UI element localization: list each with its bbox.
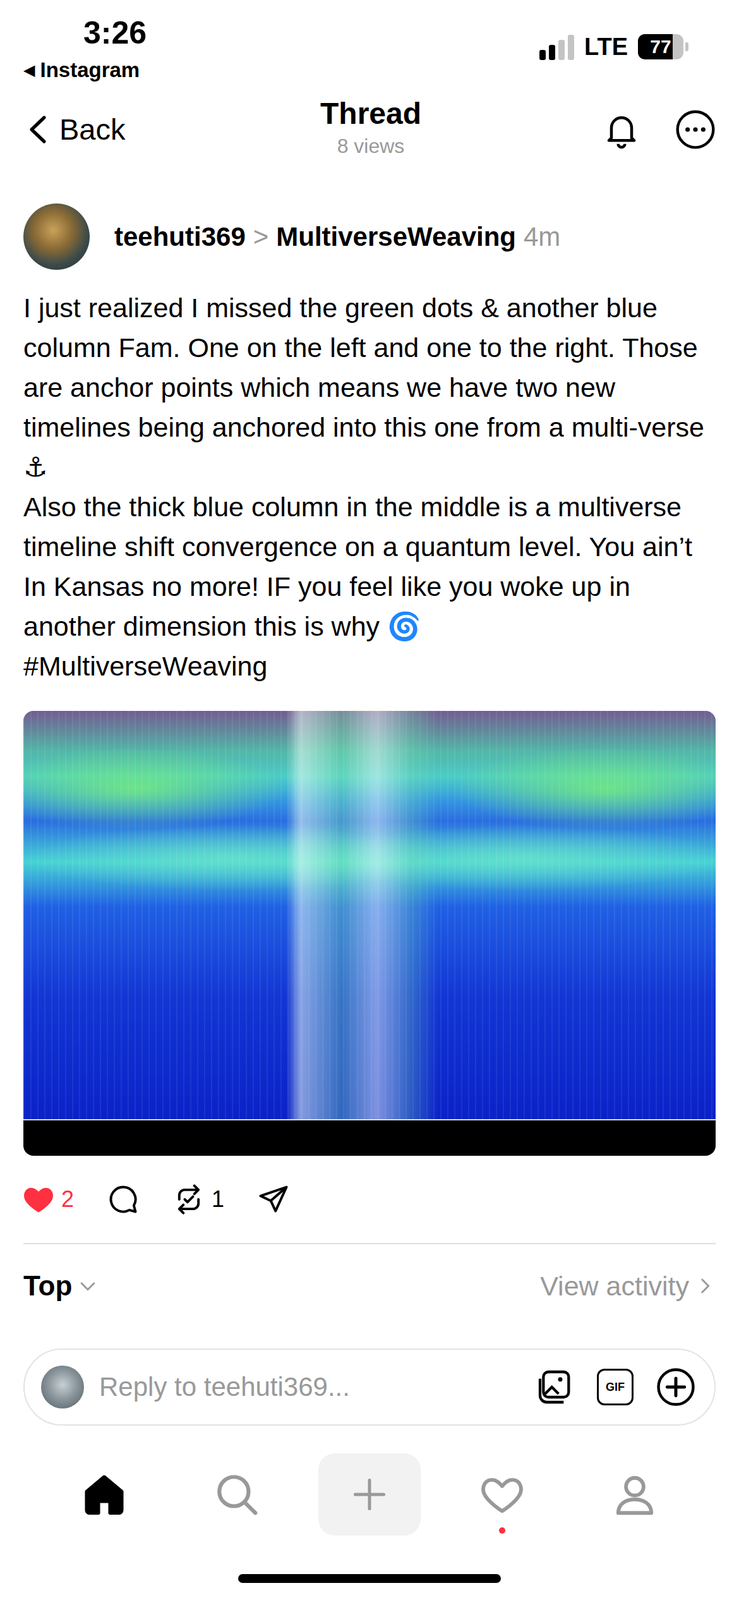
signal-bar bbox=[558, 39, 565, 61]
tab-item[interactable] bbox=[596, 1455, 673, 1532]
gif-label: GIF bbox=[605, 1380, 625, 1393]
status-right: LTE 77 bbox=[539, 13, 689, 61]
battery-icon: 77 bbox=[637, 34, 689, 60]
post-meta: teehuti369 > MultiverseWeaving 4m bbox=[114, 220, 561, 254]
sort-label: Top bbox=[23, 1269, 73, 1302]
battery-label: 77 bbox=[637, 34, 684, 60]
community-name[interactable]: MultiverseWeaving bbox=[276, 220, 517, 254]
comment-button[interactable] bbox=[106, 1182, 140, 1216]
home-icon bbox=[80, 1470, 128, 1518]
reply-input[interactable]: Reply to teehuti369... bbox=[99, 1371, 520, 1402]
signal-bar bbox=[548, 44, 556, 61]
chevron-right-icon bbox=[694, 1274, 716, 1297]
post-time: 4m bbox=[523, 220, 561, 254]
like-count: 2 bbox=[61, 1184, 74, 1213]
like-button[interactable]: 2 bbox=[22, 1182, 74, 1216]
view-count: 8 views bbox=[337, 133, 405, 159]
view-activity-link[interactable]: View activity bbox=[540, 1270, 716, 1302]
profile-icon bbox=[611, 1470, 659, 1518]
back-button[interactable]: Back bbox=[25, 111, 203, 148]
divider bbox=[23, 1242, 716, 1244]
replies-header: Top View activity bbox=[0, 1266, 739, 1305]
bell-icon[interactable] bbox=[601, 109, 642, 150]
nav-title: Thread 8 views bbox=[320, 96, 422, 164]
post-paragraph: I just realized I missed the green dots … bbox=[23, 288, 716, 487]
more-icon[interactable] bbox=[674, 108, 717, 151]
reply-bar[interactable]: Reply to teehuti369... GIF bbox=[23, 1347, 716, 1425]
repost-button[interactable]: 1 bbox=[172, 1182, 225, 1216]
tab-item[interactable] bbox=[464, 1455, 541, 1532]
author-avatar[interactable] bbox=[23, 203, 90, 270]
signal-bar bbox=[539, 49, 546, 61]
plus-circle-icon[interactable] bbox=[654, 1365, 697, 1408]
title: Thread bbox=[320, 96, 422, 132]
repost-icon bbox=[172, 1182, 206, 1216]
search-icon bbox=[213, 1470, 261, 1518]
content: 3:26 ◀ Instagram LTE 77 Back Thread 8 vi… bbox=[0, 0, 739, 1348]
back-label: Back bbox=[59, 111, 126, 148]
notification-dot bbox=[498, 1526, 506, 1533]
spectrogram-picture bbox=[23, 710, 716, 1119]
network-label: LTE bbox=[584, 32, 628, 61]
battery-body: 77 bbox=[637, 34, 684, 60]
repost-count: 1 bbox=[211, 1184, 225, 1213]
gif-button[interactable]: GIF bbox=[596, 1368, 634, 1405]
author-name[interactable]: teehuti369 bbox=[114, 220, 246, 254]
post-header: teehuti369 > MultiverseWeaving 4m bbox=[0, 170, 739, 270]
back-app-label: Instagram bbox=[39, 57, 140, 83]
post-paragraph: Also the thick blue column in the middle… bbox=[23, 486, 716, 647]
post-actions: 2 1 bbox=[0, 1173, 739, 1225]
tab-item[interactable] bbox=[198, 1455, 275, 1532]
photo-icon[interactable] bbox=[534, 1366, 576, 1407]
picture-axis-strip bbox=[23, 1118, 716, 1156]
heart-icon bbox=[22, 1182, 55, 1216]
bottom-area: Reply to teehuti369... GIF bbox=[0, 1347, 739, 1600]
signal-bar bbox=[567, 34, 575, 61]
separator: > bbox=[253, 220, 270, 254]
send-icon bbox=[257, 1182, 290, 1216]
post-image[interactable] bbox=[23, 710, 716, 1156]
home-indicator bbox=[238, 1573, 501, 1583]
tab-item[interactable] bbox=[66, 1455, 143, 1532]
chevron-left-icon bbox=[25, 113, 51, 146]
clock: 3:26 bbox=[83, 13, 147, 52]
share-button[interactable] bbox=[257, 1182, 290, 1216]
tab-item[interactable] bbox=[318, 1452, 421, 1535]
heart-outline-icon bbox=[478, 1470, 526, 1518]
plus-icon bbox=[350, 1474, 389, 1513]
view-activity-label: View activity bbox=[540, 1270, 690, 1302]
my-avatar bbox=[41, 1364, 85, 1408]
sort-dropdown[interactable]: Top bbox=[23, 1269, 99, 1302]
nav-actions bbox=[539, 108, 717, 151]
battery-cap bbox=[685, 42, 689, 52]
post-paragraph: #MultiverseWeaving bbox=[23, 646, 716, 686]
back-to-app[interactable]: ◀ Instagram bbox=[23, 57, 147, 83]
status-bar: 3:26 ◀ Instagram LTE 77 bbox=[0, 0, 739, 89]
thread-screen: 3:26 ◀ Instagram LTE 77 Back Thread 8 vi… bbox=[0, 0, 739, 1600]
back-triangle-icon: ◀ bbox=[23, 57, 35, 83]
signal-icon bbox=[539, 33, 575, 61]
post-body: I just realized I missed the green dots … bbox=[0, 269, 739, 686]
chevron-down-icon bbox=[77, 1274, 99, 1297]
comment-icon bbox=[106, 1182, 140, 1216]
tab-bar bbox=[0, 1452, 739, 1535]
nav-bar: Back Thread 8 views bbox=[0, 88, 739, 171]
reply-tools: GIF bbox=[534, 1365, 697, 1408]
status-left: 3:26 ◀ Instagram bbox=[23, 13, 147, 83]
